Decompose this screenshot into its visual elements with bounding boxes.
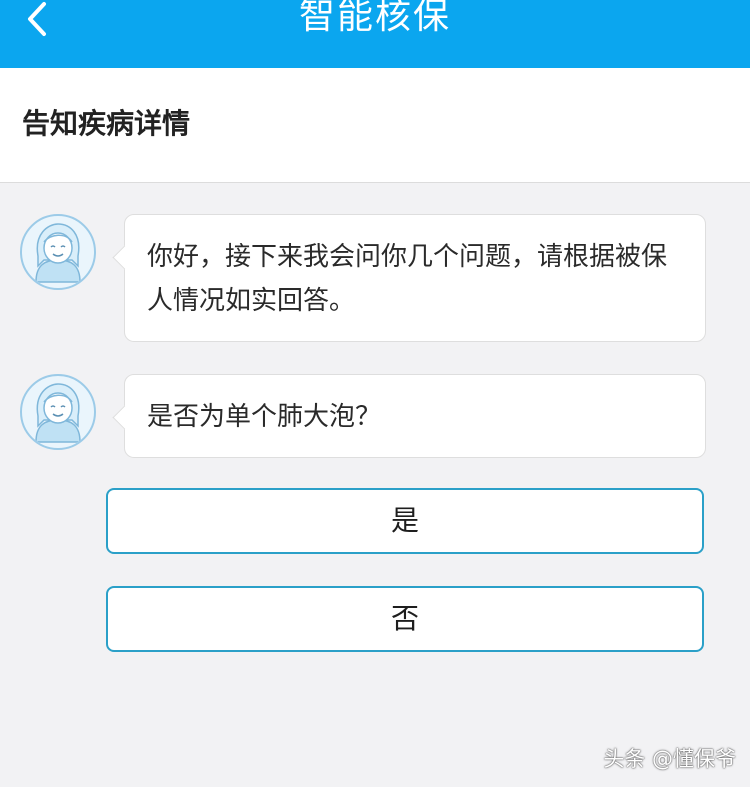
nav-bar: 智能核保 — [0, 0, 750, 68]
message-text: 你好，接下来我会问你几个问题，请根据被保人情况如实回答。 — [147, 242, 668, 316]
page-title: 智能核保 — [298, 0, 451, 37]
assistant-avatar — [20, 374, 96, 450]
watermark: 头条 @懂保爷 — [603, 747, 736, 771]
girl-avatar-icon — [35, 223, 81, 283]
message-text: 是否为单个肺大泡？ — [147, 402, 382, 432]
girl-avatar-icon — [35, 383, 81, 443]
chat-bubble: 是否为单个肺大泡？ — [124, 374, 706, 458]
section-title: 告知疾病详情 — [22, 107, 191, 140]
answer-yes-button[interactable]: 是 — [106, 488, 704, 554]
assistant-avatar — [20, 214, 96, 290]
section-header: 告知疾病详情 — [0, 68, 750, 183]
answer-no-button[interactable]: 否 — [106, 586, 704, 652]
chat-bubble: 你好，接下来我会问你几个问题，请根据被保人情况如实回答。 — [124, 214, 706, 342]
